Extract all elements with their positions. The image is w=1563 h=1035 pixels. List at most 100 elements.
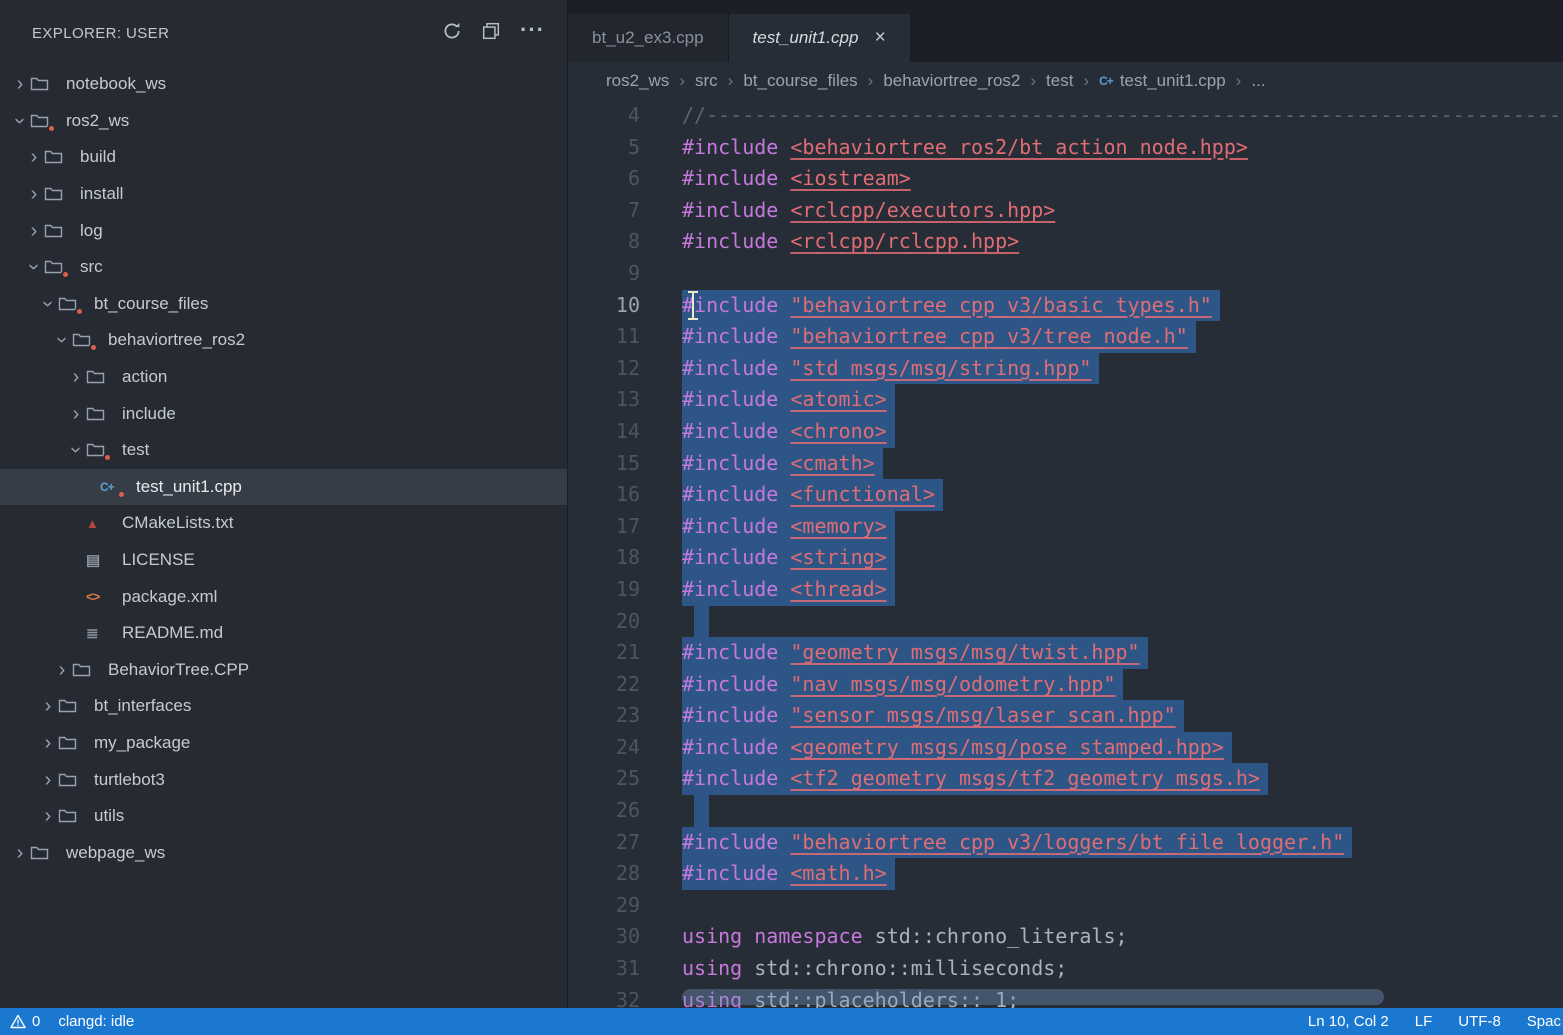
tree-folder-log[interactable]: ›log: [0, 212, 567, 249]
tree-folder-ros2-ws[interactable]: ›ros2_ws: [0, 103, 567, 140]
chevron-icon[interactable]: ›: [10, 111, 30, 131]
tree-folder-behaviortree-ros2[interactable]: ›behaviortree_ros2: [0, 322, 567, 359]
chevron-icon[interactable]: ›: [24, 147, 44, 167]
chevron-icon[interactable]: ›: [66, 404, 86, 424]
tree-file-test-unit1-cpp[interactable]: C+test_unit1.cpp: [0, 469, 567, 506]
chevron-icon[interactable]: ›: [10, 843, 30, 863]
tree-folder-src[interactable]: › src: [0, 249, 567, 286]
code-line[interactable]: 8#include <rclcpp/rclcpp.hpp>: [568, 226, 1563, 258]
code-text: #include "geometry_msgs/msg/twist.hpp": [682, 637, 1148, 669]
code-line[interactable]: 22#include "nav_msgs/msg/odometry.hpp": [568, 669, 1563, 701]
code-line[interactable]: 31using std::chrono::milliseconds;: [568, 953, 1563, 985]
code-token: #include: [682, 135, 778, 159]
breadcrumb-item-ros2-ws[interactable]: ros2_ws: [606, 71, 669, 91]
clangd-status[interactable]: clangd: idle: [58, 1013, 134, 1030]
code-line[interactable]: 21#include "geometry_msgs/msg/twist.hpp": [568, 637, 1563, 669]
code-editor[interactable]: 4//-------------------------------------…: [568, 100, 1563, 1008]
chevron-icon[interactable]: ›: [66, 440, 86, 460]
tree-folder-behaviortree-cpp[interactable]: ›BehaviorTree.CPP: [0, 652, 567, 689]
code-line[interactable]: 25#include <tf2_geometry_msgs/tf2_geomet…: [568, 763, 1563, 795]
code-line[interactable]: 11#include "behaviortree_cpp_v3/tree_nod…: [568, 321, 1563, 353]
tree-folder-bt-interfaces[interactable]: ›bt_interfaces: [0, 688, 567, 725]
chevron-icon[interactable]: ›: [24, 257, 44, 277]
code-line[interactable]: 26: [568, 795, 1563, 827]
breadcrumb-item-bt-course-files[interactable]: bt_course_files: [743, 71, 857, 91]
code-line[interactable]: 4//-------------------------------------…: [568, 100, 1563, 132]
chevron-icon[interactable]: ›: [38, 806, 58, 826]
tree-folder-action[interactable]: ›action: [0, 359, 567, 396]
chevron-icon[interactable]: ›: [38, 294, 58, 314]
breadcrumb-item-test-unit1-cpp[interactable]: C+test_unit1.cpp: [1099, 71, 1226, 91]
breadcrumb-item-behaviortree-ros2[interactable]: behaviortree_ros2: [883, 71, 1020, 91]
chevron-icon[interactable]: ›: [52, 660, 72, 680]
chevron-icon[interactable]: ›: [66, 367, 86, 387]
encoding-indicator[interactable]: UTF-8: [1458, 1013, 1501, 1030]
chevron-icon[interactable]: ›: [24, 184, 44, 204]
eol-indicator[interactable]: LF: [1415, 1013, 1433, 1030]
code-token: #include: [682, 735, 778, 759]
code-line[interactable]: 18#include <string>: [568, 542, 1563, 574]
code-line[interactable]: 9: [568, 258, 1563, 290]
tree-folder-install[interactable]: ›install: [0, 176, 567, 213]
refresh-button[interactable]: [442, 21, 462, 46]
tree-file-readme-md[interactable]: ≣README.md: [0, 615, 567, 652]
cursor-position[interactable]: Ln 10, Col 2: [1308, 1013, 1389, 1030]
horizontal-scrollbar[interactable]: [682, 989, 1384, 1005]
tree-folder-include[interactable]: ›include: [0, 395, 567, 432]
tree-item-label: turtlebot3: [94, 770, 165, 790]
tree-folder-build[interactable]: ›build: [0, 139, 567, 176]
tree-folder-webpage-ws[interactable]: ›webpage_ws: [0, 834, 567, 871]
folder-icon: [58, 294, 85, 314]
code-line[interactable]: 14#include <chrono>: [568, 416, 1563, 448]
code-line[interactable]: 30using namespace std::chrono_literals;: [568, 921, 1563, 953]
code-line[interactable]: 29: [568, 890, 1563, 922]
breadcrumb-item-test[interactable]: test: [1046, 71, 1073, 91]
code-line[interactable]: 15#include <cmath>: [568, 448, 1563, 480]
line-number: 32: [568, 985, 640, 1008]
tree-folder-bt-course-files[interactable]: ›bt_course_files: [0, 286, 567, 323]
close-icon[interactable]: ×: [874, 30, 885, 46]
code-line[interactable]: 27#include "behaviortree_cpp_v3/loggers/…: [568, 827, 1563, 859]
tree-file-package-xml[interactable]: <>package.xml: [0, 578, 567, 615]
chevron-icon[interactable]: ›: [52, 330, 72, 350]
code-line[interactable]: 20: [568, 606, 1563, 638]
tree-file-license[interactable]: ▤LICENSE: [0, 542, 567, 579]
breadcrumb-item-[interactable]: ...: [1251, 71, 1265, 91]
tree-item-label: src: [80, 257, 103, 277]
code-line[interactable]: 23#include "sensor_msgs/msg/laser_scan.h…: [568, 700, 1563, 732]
problems-indicator[interactable]: 0: [10, 1013, 40, 1030]
tree-folder-my-package[interactable]: ›my_package: [0, 725, 567, 762]
chevron-icon[interactable]: ›: [24, 221, 44, 241]
line-number: 11: [568, 321, 640, 353]
tree-folder-turtlebot3[interactable]: › turtlebot3: [0, 761, 567, 798]
code-line[interactable]: 17#include <memory>: [568, 511, 1563, 543]
chevron-icon[interactable]: ›: [38, 696, 58, 716]
breadcrumb-item-src[interactable]: src: [695, 71, 718, 91]
code-line[interactable]: 28#include <math.h>: [568, 858, 1563, 890]
tree-folder-notebook-ws[interactable]: ›notebook_ws: [0, 66, 567, 103]
code-line[interactable]: 12#include "std_msgs/msg/string.hpp": [568, 353, 1563, 385]
collapse-folders-button[interactable]: [482, 22, 500, 45]
code-line[interactable]: 19#include <thread>: [568, 574, 1563, 606]
code-line[interactable]: 7#include <rclcpp/executors.hpp>: [568, 195, 1563, 227]
indentation-indicator[interactable]: Spac: [1527, 1013, 1561, 1030]
code-line[interactable]: 5#include <behaviortree_ros2/bt_action_n…: [568, 132, 1563, 164]
code-token: #include: [682, 198, 778, 222]
tab-test-unit1-cpp[interactable]: test_unit1.cpp×: [729, 14, 911, 62]
tree-folder-test[interactable]: ›test: [0, 432, 567, 469]
code-token: #include: [682, 577, 778, 601]
code-text: #include <functional>: [682, 479, 943, 511]
code-line[interactable]: 6#include <iostream>: [568, 163, 1563, 195]
more-actions-button[interactable]: ···: [520, 24, 545, 42]
tree-folder-utils[interactable]: ›utils: [0, 798, 567, 835]
chevron-icon[interactable]: ›: [38, 770, 58, 790]
tree-file-cmakelists-txt[interactable]: ▲CMakeLists.txt: [0, 505, 567, 542]
code-line[interactable]: 24#include <geometry_msgs/msg/pose_stamp…: [568, 732, 1563, 764]
chevron-icon[interactable]: ›: [10, 74, 30, 94]
code-line[interactable]: 10#include "behaviortree_cpp_v3/basic_ty…: [568, 290, 1563, 322]
tree-item-label: LICENSE: [122, 550, 195, 570]
code-line[interactable]: 13#include <atomic>: [568, 384, 1563, 416]
code-line[interactable]: 16#include <functional>: [568, 479, 1563, 511]
tab-bt-u2-ex3-cpp[interactable]: bt_u2_ex3.cpp: [568, 14, 729, 62]
chevron-icon[interactable]: ›: [38, 733, 58, 753]
